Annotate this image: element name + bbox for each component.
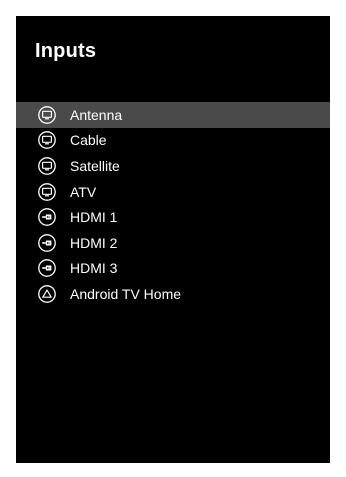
tv-icon xyxy=(37,182,57,202)
tv-icon xyxy=(37,156,57,176)
home-triangle-icon xyxy=(37,284,57,304)
inputs-list: Antenna Cable Satellite ATV HDMI 1 HDMI … xyxy=(16,102,330,307)
input-label: Satellite xyxy=(70,157,120,174)
inputs-panel: Inputs Antenna Cable Satellite ATV HDMI … xyxy=(16,16,330,463)
input-label: HDMI 1 xyxy=(70,209,118,226)
input-item-hdmi-1[interactable]: HDMI 1 xyxy=(16,204,330,230)
input-item-atv[interactable]: ATV xyxy=(16,179,330,205)
input-item-antenna[interactable]: Antenna xyxy=(16,102,330,128)
input-item-hdmi-3[interactable]: HDMI 3 xyxy=(16,256,330,282)
input-item-hdmi-2[interactable]: HDMI 2 xyxy=(16,230,330,256)
hdmi-icon xyxy=(37,233,57,253)
tv-icon xyxy=(37,130,57,150)
input-label: Android TV Home xyxy=(70,285,182,302)
input-label: ATV xyxy=(70,183,97,200)
hdmi-icon xyxy=(37,207,57,227)
input-item-cable[interactable]: Cable xyxy=(16,128,330,154)
hdmi-icon xyxy=(37,258,57,278)
tv-icon xyxy=(37,105,57,125)
input-label: HDMI 2 xyxy=(70,234,118,251)
input-item-satellite[interactable]: Satellite xyxy=(16,153,330,179)
input-item-android-tv-home[interactable]: Android TV Home xyxy=(16,281,330,307)
input-label: HDMI 3 xyxy=(70,260,118,277)
panel-title: Inputs xyxy=(35,40,97,62)
input-label: Cable xyxy=(70,132,107,149)
input-label: Antenna xyxy=(70,106,123,123)
